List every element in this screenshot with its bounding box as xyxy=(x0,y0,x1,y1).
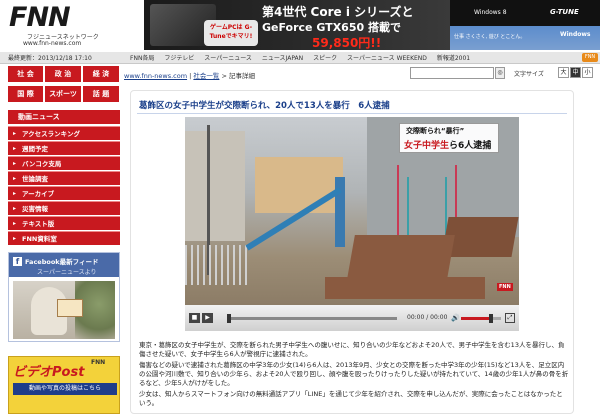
category-international[interactable]: 国 際 xyxy=(8,86,44,102)
volume-level xyxy=(461,317,491,320)
scene-building-mid xyxy=(255,157,343,213)
video-post-fnn-label: FNN xyxy=(91,359,106,366)
play-button[interactable]: ▶ xyxy=(202,313,213,323)
nav-link-speak[interactable]: スピーク xyxy=(313,55,337,62)
nav-link-fnn-stations[interactable]: FNN各局 xyxy=(130,55,154,62)
nav-link-super-news-weekend[interactable]: スーパーニュース WEEKEND xyxy=(347,55,427,62)
windows-ad-banner[interactable]: Windows 8 G-TUNE 仕事 さくさく, 遊び とことん。 Windo… xyxy=(450,0,600,50)
volume-icon[interactable]: 🔊 xyxy=(451,314,460,322)
menu-opinion-poll[interactable]: 世論調査 xyxy=(8,171,120,186)
fnn-badge[interactable]: FNN xyxy=(582,53,598,62)
menu-archive[interactable]: アーカイブ xyxy=(8,186,120,201)
scene-fence xyxy=(185,245,251,285)
menu-disaster-info[interactable]: 災害情報 xyxy=(8,201,120,216)
video-frame-image[interactable]: 交際断られ“暴行” 女子中学生ら6人逮捕 FNN xyxy=(185,117,519,305)
gtune-ad-banner[interactable]: ゲームPCは G-Tuneでキマリ! 第4世代 Core i シリーズと GeF… xyxy=(144,0,450,50)
logo-text: FNN xyxy=(9,2,71,33)
playback-time: 00:00 / 00:00 xyxy=(407,314,448,321)
article-body: 東京・葛飾区の女子中学生が、交際を断られた男子中学生への腹いせに、知り合いの少年… xyxy=(139,341,569,410)
nav-link-news-japan[interactable]: ニュースJAPAN xyxy=(262,55,303,62)
facebook-feed-subtitle: スーパーニュースより xyxy=(37,269,97,276)
breadcrumb-current: > 記事詳細 xyxy=(219,72,255,80)
facebook-feed-widget[interactable]: f Facebook最新フィード スーパーニュースより xyxy=(8,252,120,342)
video-caption-rest: ら6人逮捕 xyxy=(449,141,492,151)
article: 葛飾区の女子中学生が交際断られ、20人で13人を暴行 6人逮捕 交際断られ“暴行… xyxy=(130,90,574,414)
ad-badge: ゲームPCは G-Tuneでキマリ! xyxy=(204,20,258,46)
font-size-small-button[interactable]: 小 xyxy=(582,67,593,78)
article-paragraph-3: 少女は、知人からスマートフォン向けの無料通話アプリ「LINE」を通じて少年を紹介… xyxy=(139,390,563,407)
photo-sign xyxy=(57,299,83,317)
fullscreen-button[interactable]: ⤢ xyxy=(505,313,515,323)
video-caption-line2: 女子中学生ら6人逮捕 xyxy=(404,138,491,151)
video-player[interactable]: 交際断られ“暴行” 女子中学生ら6人逮捕 FNN ■ ▶ 00:00 / 00:… xyxy=(185,117,519,331)
seek-bar[interactable] xyxy=(227,317,397,320)
video-caption-highlight: 女子中学生 xyxy=(404,141,450,151)
category-politics[interactable]: 政 治 xyxy=(45,66,82,82)
font-size-large-button[interactable]: 大 xyxy=(558,67,569,78)
menu-bangkok-bureau[interactable]: バンコク支局 xyxy=(8,156,120,171)
menu-video-news[interactable]: 動画ニュース xyxy=(8,110,120,124)
site-header: FNN フジニュースネットワーク www.fnn-news.com ゲームPCは… xyxy=(0,0,600,52)
menu-text-version[interactable]: テキスト版 xyxy=(8,216,120,231)
windows-logo: Windows xyxy=(560,31,591,38)
category-row-2: 国 際 スポーツ 話 題 xyxy=(8,86,120,102)
category-topics[interactable]: 話 題 xyxy=(83,86,120,102)
video-caption-line1: 交際断られ“暴行” xyxy=(406,127,465,135)
category-society[interactable]: 社 会 xyxy=(8,66,44,82)
ad-headline-1: 第4世代 Core i シリーズと xyxy=(262,5,414,19)
scene-bench-bottom xyxy=(325,277,485,299)
top-nav-strip: 最終更新：2013/12/18 17:10 FNN各局 フジテレビ スーパーニュ… xyxy=(0,52,600,64)
article-paragraph-2: 傷害などの疑いで逮捕された葛飾区の中学3年の少女(14)ら6人は、2013年9月… xyxy=(139,361,569,387)
breadcrumb-site[interactable]: www.fnn-news.com xyxy=(124,72,187,80)
ad-headline-2: GeForce GTX650 搭載で xyxy=(262,21,401,34)
seek-handle[interactable] xyxy=(227,314,231,323)
windows8-label: Windows 8 xyxy=(474,9,507,16)
facebook-icon: f xyxy=(13,257,22,266)
category-row-1: 社 会 政 治 経 済 xyxy=(8,66,120,82)
ad-price: 59,850円!! xyxy=(312,36,382,50)
nav-link-shinhodo2001[interactable]: 新報道2001 xyxy=(437,55,470,62)
article-paragraph-1: 東京・葛飾区の女子中学生が、交際を断られた男子中学生への腹いせに、知り合いの少年… xyxy=(139,341,565,358)
search-input[interactable] xyxy=(410,67,494,79)
main-content: www.fnn-news.com | 社会一覧 > 記事詳細 ◎ 文字サイズ 大… xyxy=(124,66,600,414)
left-sidebar: 社 会 政 治 経 済 国 際 スポーツ 話 題 動画ニュース アクセスランキン… xyxy=(8,66,120,414)
video-post-subtitle: 動画や写真の投稿はこちら xyxy=(13,383,117,395)
facebook-feed-header: f Facebook最新フィード スーパーニュースより xyxy=(9,253,119,277)
menu-access-ranking[interactable]: アクセスランキング xyxy=(8,126,120,141)
category-economy[interactable]: 経 済 xyxy=(83,66,120,82)
logo-url: www.fnn-news.com xyxy=(23,40,82,47)
nav-link-fujitv[interactable]: フジテレビ xyxy=(164,55,194,62)
nav-link-super-news[interactable]: スーパーニュース xyxy=(204,55,252,62)
video-post-title: ビデオPost xyxy=(13,365,85,380)
breadcrumb-society-list[interactable]: 社会一覧 xyxy=(193,72,219,80)
breadcrumb: www.fnn-news.com | 社会一覧 > 記事詳細 xyxy=(124,70,255,80)
headline-divider xyxy=(137,113,567,114)
category-sports[interactable]: スポーツ xyxy=(45,86,82,102)
facebook-feed-photo[interactable] xyxy=(13,281,115,339)
scene-bench-front xyxy=(347,235,455,279)
font-size-medium-button[interactable]: 中 xyxy=(570,67,581,78)
volume-handle[interactable] xyxy=(489,314,493,323)
font-size-label: 文字サイズ xyxy=(514,71,544,78)
scene-building-left xyxy=(185,131,245,241)
windows-ad-message: 仕事 さくさく, 遊び とことん。 xyxy=(454,34,526,40)
network-links: FNN各局 フジテレビ スーパーニュース ニュースJAPAN スピーク スーパー… xyxy=(130,53,478,62)
search-button[interactable]: ◎ xyxy=(495,67,505,79)
video-caption: 交際断られ“暴行” 女子中学生ら6人逮捕 xyxy=(399,123,499,153)
menu-weekly-schedule[interactable]: 週間予定 xyxy=(8,141,120,156)
fnn-logo[interactable]: FNN フジニュースネットワーク www.fnn-news.com xyxy=(5,2,143,49)
stop-button[interactable]: ■ xyxy=(189,313,200,323)
fnn-watermark: FNN xyxy=(497,283,513,291)
player-controls: ■ ▶ 00:00 / 00:00 🔊 ⤢ xyxy=(185,305,519,331)
facebook-feed-title: Facebook最新フィード xyxy=(25,258,99,266)
gtune-logo: G-TUNE xyxy=(550,8,579,16)
menu-fnn-archive-room[interactable]: FNN資料室 xyxy=(8,231,120,246)
article-headline: 葛飾区の女子中学生が交際断られ、20人で13人を暴行 6人逮捕 xyxy=(139,101,390,111)
last-updated: 最終更新：2013/12/18 17:10 xyxy=(8,55,92,62)
video-post-banner[interactable]: ビデオPost FNN 動画や写真の投稿はこちら xyxy=(8,356,120,414)
